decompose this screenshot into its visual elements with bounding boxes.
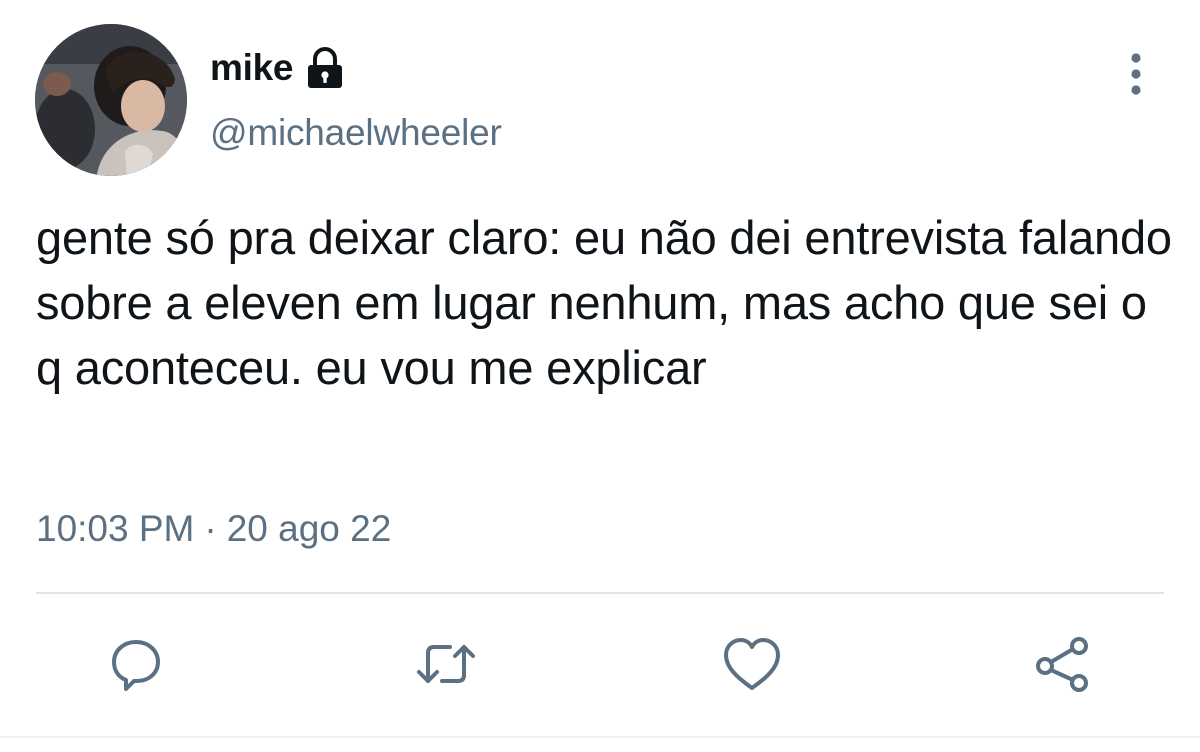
avatar[interactable] [35, 24, 187, 176]
bottom-border [0, 736, 1200, 738]
lock-icon [305, 46, 345, 90]
name-row: mike [210, 44, 345, 92]
share-button[interactable] [1026, 628, 1098, 700]
timestamp-separator: · [204, 508, 217, 549]
tweet-date: 20 ago 22 [226, 508, 392, 549]
action-bar [0, 600, 1200, 730]
like-button[interactable] [716, 628, 788, 700]
reply-button[interactable] [100, 628, 172, 700]
divider [36, 592, 1164, 594]
tweet-text: gente só pra deixar claro: eu não dei en… [36, 211, 1172, 394]
display-name[interactable]: mike [210, 47, 293, 89]
retweet-button[interactable] [410, 628, 482, 700]
more-options-button[interactable] [1112, 48, 1160, 100]
tweet-timestamp[interactable]: 10:03 PM · 20 ago 22 [36, 508, 391, 550]
retweet-icon [417, 645, 475, 683]
tweet-card: mike @michaelwheeler gente só pra deixar… [0, 0, 1200, 752]
avatar-photo [35, 24, 187, 176]
more-vertical-icon [1131, 53, 1141, 95]
tweet-time: 10:03 PM [36, 508, 195, 549]
share-icon [1036, 637, 1088, 692]
reply-icon [112, 640, 160, 691]
user-handle[interactable]: @michaelwheeler [210, 112, 502, 154]
heart-icon [724, 638, 780, 690]
